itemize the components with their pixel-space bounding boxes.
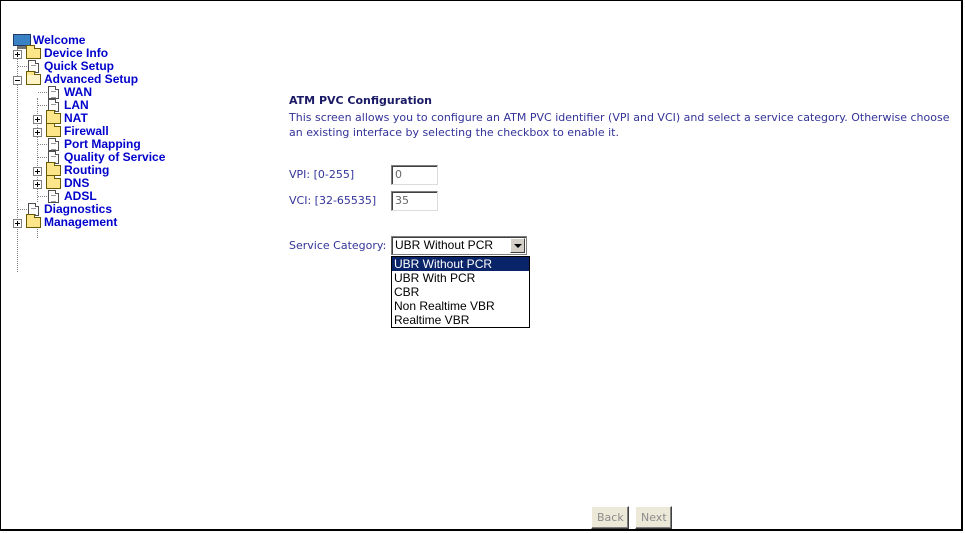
page-title: ATM PVC Configuration (289, 94, 432, 107)
folder-icon (46, 175, 61, 189)
chevron-down-icon[interactable] (510, 238, 525, 253)
service-category-dropdown: UBR Without PCR UBR With PCR CBR Non Rea… (391, 256, 530, 328)
vci-input[interactable]: 35 (391, 191, 438, 211)
next-button[interactable]: Next (635, 506, 672, 529)
folder-icon (26, 45, 41, 59)
document-icon (48, 138, 59, 151)
expand-icon[interactable] (13, 219, 22, 228)
expand-icon[interactable] (33, 167, 42, 176)
page-frame: Welcome Device Info Quick Setup Advanced… (0, 0, 963, 531)
main-content: ATM PVC Configuration This screen allows… (289, 94, 959, 529)
document-icon (48, 86, 59, 99)
option-ubr-without-pcr[interactable]: UBR Without PCR (392, 257, 529, 271)
tree-line (18, 209, 27, 210)
tree-line (18, 66, 27, 67)
vci-label: VCI: [32-65535] (289, 194, 377, 207)
option-realtime-vbr[interactable]: Realtime VBR (392, 313, 529, 327)
folder-open-icon (26, 71, 41, 85)
service-category-value: UBR Without PCR (395, 238, 494, 252)
expand-icon[interactable] (13, 50, 22, 59)
vpi-label: VPI: [0-255] (289, 168, 355, 181)
tree-line (38, 105, 47, 106)
folder-icon (26, 214, 41, 228)
tree-line (38, 144, 47, 145)
tree-line (38, 196, 47, 197)
option-ubr-with-pcr[interactable]: UBR With PCR (392, 271, 529, 285)
expand-icon[interactable] (33, 128, 42, 137)
tree-item-label: Management (44, 215, 118, 229)
option-cbr[interactable]: CBR (392, 285, 529, 299)
collapse-icon[interactable] (13, 76, 22, 85)
back-button[interactable]: Back (591, 506, 629, 529)
tree-line (38, 157, 47, 158)
expand-icon[interactable] (33, 180, 42, 189)
option-non-realtime-vbr[interactable]: Non Realtime VBR (392, 299, 529, 313)
service-category-select[interactable]: UBR Without PCR (391, 236, 527, 255)
folder-icon (46, 123, 61, 137)
page-description: This screen allows you to configure an A… (289, 111, 950, 139)
expand-icon[interactable] (33, 115, 42, 124)
service-category-label: Service Category: (289, 239, 387, 252)
vpi-input[interactable]: 0 (391, 165, 438, 185)
tree-line (38, 92, 47, 93)
